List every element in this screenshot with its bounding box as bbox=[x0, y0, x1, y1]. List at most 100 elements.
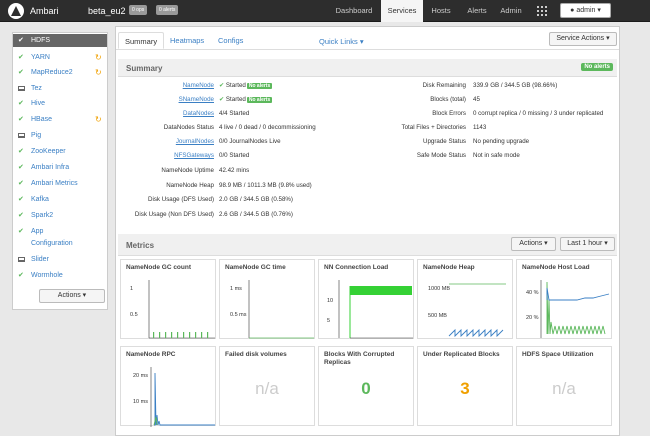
metric-card-under-replicated[interactable]: Under Replicated Blocks 3 bbox=[417, 346, 513, 426]
restart-required-icon[interactable]: ↻ bbox=[95, 51, 102, 64]
metric-card-failed-disk-volumes[interactable]: Failed disk volumes n/a bbox=[219, 346, 315, 426]
namenode-link[interactable]: NameNode bbox=[183, 82, 214, 89]
sidebar-item-label: Wormhole bbox=[31, 272, 63, 279]
restart-required-icon[interactable]: ↻ bbox=[95, 66, 102, 79]
namenode-alerts-badge[interactable]: No alerts bbox=[246, 83, 273, 89]
y-tick: 1 bbox=[130, 286, 133, 292]
y-tick: 40 % bbox=[526, 290, 539, 296]
ops-badge[interactable]: 0 ops bbox=[129, 5, 148, 15]
corrupted-replicas-value: 0 bbox=[361, 379, 371, 398]
metrics-actions-button[interactable]: Actions ▾ bbox=[511, 237, 556, 251]
sidebar-item-label-line2: Configuration bbox=[31, 240, 73, 247]
sidebar-item-hdfs[interactable]: ✔ HDFS bbox=[13, 34, 107, 47]
sidebar-item-yarn[interactable]: ✔ YARN ↻ bbox=[13, 51, 107, 64]
summary-row-blocks-total: Blocks (total) 45 bbox=[366, 96, 616, 106]
sidebar-item-tez[interactable]: Tez bbox=[13, 82, 107, 95]
sidebar-item-mapreduce2[interactable]: ✔ MapReduce2 ↻ bbox=[13, 66, 107, 79]
metric-card-hdfs-space-utilization[interactable]: HDFS Space Utilization n/a bbox=[516, 346, 612, 426]
summary-row-nfsgateways: NFSGateways 0/0 Started bbox=[116, 152, 326, 162]
y-tick: 10 bbox=[327, 298, 333, 304]
cluster-name: beta_eu2 bbox=[88, 6, 126, 16]
sidebar-item-label: ZooKeeper bbox=[31, 148, 66, 155]
sidebar-item-zookeeper[interactable]: ✔ ZooKeeper bbox=[13, 145, 107, 158]
laptop-icon bbox=[18, 133, 25, 138]
sidebar-item-label: Pig bbox=[31, 132, 42, 139]
y-tick: 1000 MB bbox=[428, 286, 450, 292]
service-actions-button[interactable]: Service Actions ▾ bbox=[549, 32, 617, 46]
alerts-badge[interactable]: 0 alerts bbox=[156, 5, 179, 15]
metrics-title: Metrics bbox=[126, 241, 155, 250]
nav-services[interactable]: Services bbox=[381, 0, 423, 22]
user-menu-button[interactable]: ● admin ▾ bbox=[560, 3, 611, 18]
disk-remaining-label: Disk Remaining bbox=[422, 82, 466, 89]
snamenode-alerts-badge[interactable]: No alerts bbox=[246, 97, 273, 103]
disk-remaining-value: 339.9 GB / 344.5 GB (98.66%) bbox=[473, 82, 558, 89]
hdfs-space-utilization-value: n/a bbox=[552, 379, 576, 398]
check-icon: ✔ bbox=[18, 54, 24, 61]
sidebar-item-spark2[interactable]: ✔ Spark2 bbox=[13, 209, 107, 222]
check-icon: ✔ bbox=[18, 180, 24, 187]
metric-card-corrupted-replicas[interactable]: Blocks With Corrupted Replicas 0 bbox=[318, 346, 414, 426]
nav-alerts[interactable]: Alerts bbox=[460, 0, 494, 22]
nav-dashboard[interactable]: Dashboard bbox=[330, 0, 378, 22]
sidebar-actions-button[interactable]: Actions ▾ bbox=[39, 289, 105, 303]
check-icon: ✔ bbox=[18, 212, 24, 219]
y-tick: 500 MB bbox=[428, 313, 447, 319]
metric-card-nn-connection-load[interactable]: NN Connection Load 10 5 bbox=[318, 259, 414, 339]
sidebar-item-label: Spark2 bbox=[31, 212, 54, 219]
check-icon: ✔ bbox=[18, 37, 24, 44]
nav-hosts[interactable]: Hosts bbox=[424, 0, 458, 22]
journalnodes-link[interactable]: JournalNodes bbox=[176, 138, 214, 145]
tab-summary[interactable]: Summary bbox=[118, 32, 165, 49]
metrics-time-range-button[interactable]: Last 1 hour ▾ bbox=[560, 237, 615, 251]
brand-name[interactable]: Ambari bbox=[30, 6, 59, 16]
connection-load-chart: 10 5 bbox=[327, 280, 413, 339]
block-errors-value: 0 corrupt replica / 0 missing / 3 under … bbox=[473, 110, 604, 117]
sidebar-item-slider[interactable]: Slider bbox=[13, 253, 107, 266]
card-title: Failed disk volumes bbox=[225, 351, 287, 358]
failed-disk-volumes-value: n/a bbox=[255, 379, 279, 398]
sidebar-item-hive[interactable]: ✔ Hive bbox=[13, 97, 107, 110]
service-main-panel: Summary Heatmaps Configs Quick Links ▾ S… bbox=[115, 26, 620, 436]
ambari-logo-icon[interactable] bbox=[8, 3, 24, 19]
no-alerts-badge[interactable]: No alerts bbox=[581, 63, 613, 71]
safe-mode-label: Safe Mode Status bbox=[416, 152, 466, 159]
sidebar-item-app-configuration[interactable]: ✔ App Configuration bbox=[13, 225, 107, 251]
summary-row-datanodes-status: DataNodes Status 4 live / 0 dead / 0 dec… bbox=[116, 124, 326, 134]
summary-title: Summary bbox=[126, 64, 163, 73]
y-tick: 10 ms bbox=[133, 399, 148, 405]
block-errors-label: Block Errors bbox=[432, 110, 466, 117]
nfsgateways-link[interactable]: NFSGateways bbox=[174, 152, 214, 159]
y-tick: 5 bbox=[327, 318, 330, 324]
nav-admin[interactable]: Admin bbox=[494, 0, 528, 22]
sidebar-item-label: Slider bbox=[31, 256, 49, 263]
restart-required-icon[interactable]: ↻ bbox=[95, 113, 102, 126]
sidebar-item-kafka[interactable]: ✔ Kafka bbox=[13, 193, 107, 206]
rpc-chart: 20 ms 10 ms bbox=[133, 367, 215, 427]
summary-row-heap: NameNode Heap 98.9 MB / 1011.3 MB (9.8% … bbox=[116, 182, 326, 192]
sidebar-item-wormhole[interactable]: ✔ Wormhole bbox=[13, 269, 107, 282]
summary-row-uptime: NameNode Uptime 42.42 mins bbox=[116, 167, 326, 177]
sidebar-item-hbase[interactable]: ✔ HBase ↻ bbox=[13, 113, 107, 126]
check-icon: ✔ bbox=[18, 272, 24, 279]
metric-card-gc-count[interactable]: NameNode GC count 1 0.5 bbox=[120, 259, 216, 339]
check-icon: ✔ bbox=[219, 82, 226, 89]
services-sidebar: ✔ HDFS ✔ YARN ↻ ✔ MapReduce2 ↻ Tez ✔ Hiv… bbox=[12, 32, 108, 310]
user-menu-label: admin ▾ bbox=[576, 7, 601, 14]
tab-configs[interactable]: Configs bbox=[212, 32, 249, 49]
metric-card-namenode-host-load[interactable]: NameNode Host Load 40 % 20 % bbox=[516, 259, 612, 339]
quick-links-dropdown[interactable]: Quick Links ▾ bbox=[319, 37, 364, 46]
metric-card-namenode-heap[interactable]: NameNode Heap 1000 MB 500 MB bbox=[417, 259, 513, 339]
sidebar-item-ambari-infra[interactable]: ✔ Ambari Infra bbox=[13, 161, 107, 174]
metric-card-gc-time[interactable]: NameNode GC time 1 ms 0.5 ms bbox=[219, 259, 315, 339]
snamenode-link[interactable]: SNameNode bbox=[179, 96, 214, 103]
non-dfs-used-label: Disk Usage (Non DFS Used) bbox=[134, 211, 214, 218]
sidebar-item-ambari-metrics[interactable]: ✔ Ambari Metrics bbox=[13, 177, 107, 190]
snamenode-status: Started bbox=[225, 96, 246, 103]
views-grid-icon[interactable] bbox=[537, 6, 547, 16]
metric-card-namenode-rpc[interactable]: NameNode RPC 20 ms 10 ms bbox=[120, 346, 216, 427]
sidebar-item-pig[interactable]: Pig bbox=[13, 129, 107, 142]
datanodes-link[interactable]: DataNodes bbox=[183, 110, 214, 117]
tab-heatmaps[interactable]: Heatmaps bbox=[164, 32, 210, 49]
summary-row-non-dfs-used: Disk Usage (Non DFS Used) 2.6 GB / 344.5… bbox=[116, 211, 326, 221]
